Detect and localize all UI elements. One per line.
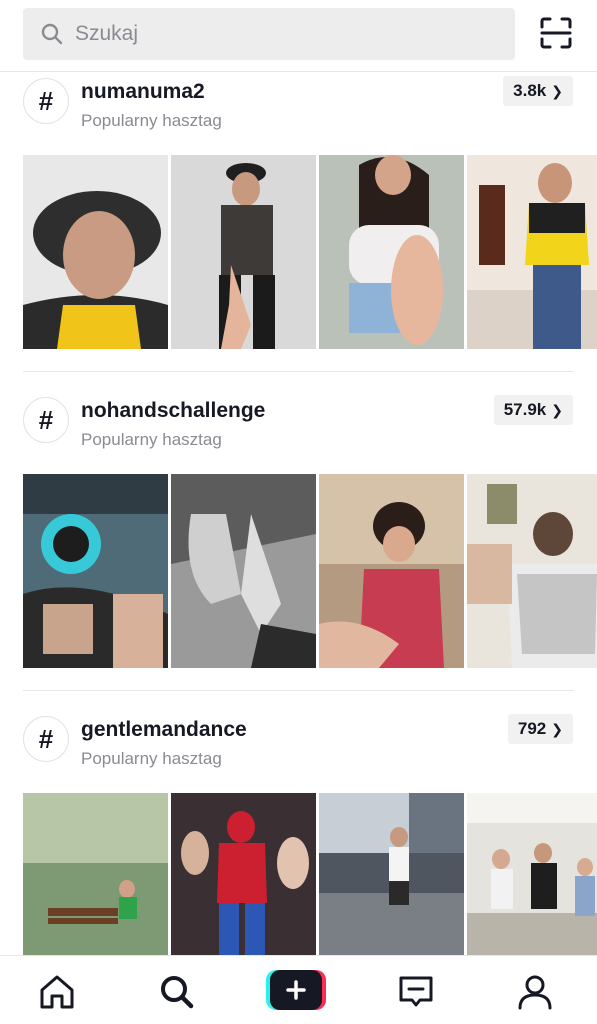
chevron-right-icon: ❯ [551, 720, 563, 737]
home-icon[interactable] [37, 972, 77, 1012]
video-thumbnail[interactable] [319, 793, 464, 955]
top-bar: Szukaj [0, 0, 597, 72]
bottom-nav [0, 955, 597, 1024]
hashtag-name[interactable]: numanuma2 [81, 80, 205, 104]
video-thumbnails [23, 793, 597, 955]
search-bar[interactable]: Szukaj [23, 8, 515, 60]
view-count: 792 [517, 719, 547, 738]
video-thumbnail[interactable] [171, 474, 316, 668]
video-thumbnail[interactable] [467, 793, 597, 955]
video-thumbnail[interactable] [467, 474, 597, 668]
search-icon [41, 23, 63, 45]
view-count-button[interactable]: 57.9k ❯ [493, 395, 573, 425]
discover-icon[interactable] [157, 972, 197, 1012]
hashtag-subtitle: Popularny hasztag [81, 430, 222, 449]
video-thumbnails [23, 474, 597, 668]
view-count-button[interactable]: 792 ❯ [507, 714, 573, 744]
hashtag-section-numanuma2[interactable]: # numanuma2 Popularny hasztag 3.8k ❯ [0, 72, 597, 372]
view-count: 57.9k [503, 400, 547, 419]
inbox-icon[interactable] [396, 972, 436, 1012]
view-count: 3.8k [513, 81, 547, 100]
hashtag-section-nohandschallenge[interactable]: # nohandschallenge Popularny hasztag 57.… [0, 391, 597, 691]
hashtag-name[interactable]: nohandschallenge [81, 399, 265, 423]
hashtag-icon: # [23, 716, 69, 762]
section-divider [23, 690, 574, 691]
section-divider [23, 371, 574, 372]
hashtag-icon: # [23, 78, 69, 124]
profile-icon[interactable] [515, 972, 555, 1012]
video-thumbnail[interactable] [23, 155, 168, 349]
video-thumbnail[interactable] [319, 474, 464, 668]
video-thumbnails [23, 155, 597, 349]
video-thumbnail[interactable] [467, 155, 597, 349]
video-thumbnail[interactable] [23, 793, 168, 955]
create-icon[interactable] [266, 970, 326, 1010]
hashtag-icon: # [23, 397, 69, 443]
chevron-right-icon: ❯ [551, 82, 563, 99]
hashtag-subtitle: Popularny hasztag [81, 111, 222, 130]
video-thumbnail[interactable] [319, 155, 464, 349]
view-count-button[interactable]: 3.8k ❯ [503, 76, 573, 106]
video-thumbnail[interactable] [23, 474, 168, 668]
video-thumbnail[interactable] [171, 155, 316, 349]
scan-icon[interactable] [537, 14, 575, 52]
hashtag-section-gentlemandance[interactable]: # gentlemandance Popularny hasztag 792 ❯ [0, 710, 597, 955]
hashtag-name[interactable]: gentlemandance [81, 718, 247, 742]
hashtag-subtitle: Popularny hasztag [81, 749, 222, 768]
video-thumbnail[interactable] [171, 793, 316, 955]
chevron-right-icon: ❯ [551, 401, 563, 418]
search-placeholder: Szukaj [75, 22, 139, 45]
